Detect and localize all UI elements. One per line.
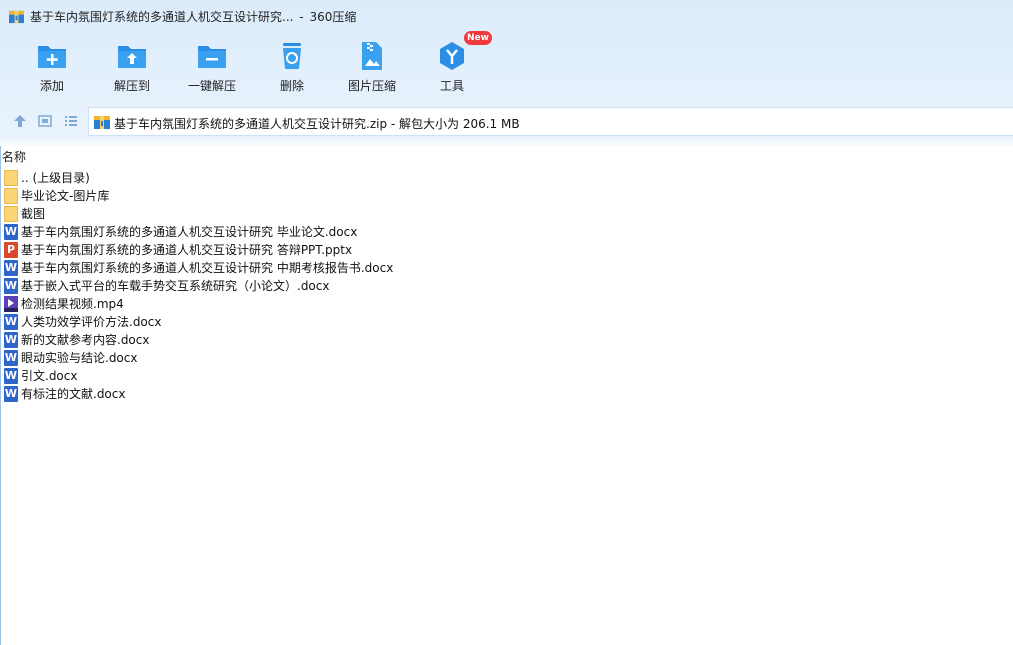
column-header-name[interactable]: 名称	[2, 148, 26, 165]
file-name: 眼动实验与结论.docx	[21, 351, 138, 365]
add-icon	[38, 46, 66, 68]
folder-icon	[4, 206, 18, 222]
word-doc-icon: W	[4, 314, 18, 330]
word-doc-icon: W	[4, 386, 18, 402]
thumbnail-view-icon[interactable]	[37, 113, 53, 129]
add-button[interactable]: 添加	[12, 38, 92, 100]
video-file-icon	[4, 296, 18, 312]
delete-icon	[283, 43, 301, 69]
address-bar[interactable]: 基于车内氛围灯系统的多通道人机交互设计研究.zip - 解包大小为 206.1 …	[88, 107, 1013, 136]
one-click-extract-label: 一键解压	[187, 79, 236, 93]
archive-path: 基于车内氛围灯系统的多通道人机交互设计研究.zip - 解包大小为 206.1 …	[114, 117, 520, 131]
file-name: 基于车内氛围灯系统的多通道人机交互设计研究 毕业论文.docx	[21, 225, 358, 239]
title-separator: -	[299, 10, 304, 24]
file-name: 有标注的文献.docx	[21, 387, 126, 401]
list-view-icon[interactable]	[63, 113, 79, 129]
toolbar: 添加 解压到 一键解压 删除 图片压缩 New 工具	[0, 31, 1013, 100]
window-title: 基于车内氛围灯系统的多通道人机交互设计研究... - 360压缩	[30, 8, 356, 25]
window-title-file: 基于车内氛围灯系统的多通道人机交互设计研究...	[30, 10, 294, 24]
delete-button[interactable]: 删除	[252, 38, 332, 100]
file-name: 毕业论文-图片库	[21, 189, 110, 203]
word-doc-icon: W	[4, 368, 18, 384]
list-item[interactable]: 截图	[3, 205, 703, 223]
list-item[interactable]: W 基于车内氛围灯系统的多通道人机交互设计研究 毕业论文.docx	[3, 223, 703, 241]
left-border	[0, 146, 1, 645]
add-label: 添加	[39, 79, 64, 93]
image-compress-label: 图片压缩	[347, 79, 396, 93]
file-name: 基于嵌入式平台的车载手势交互系统研究（小论文）.docx	[21, 279, 330, 293]
list-item[interactable]: 毕业论文-图片库	[3, 187, 703, 205]
list-item[interactable]: W 引文.docx	[3, 367, 703, 385]
zip-file-icon	[94, 116, 110, 129]
new-badge: New	[464, 31, 492, 45]
one-click-extract-button[interactable]: 一键解压	[172, 38, 252, 100]
header-area: 基于车内氛围灯系统的多通道人机交互设计研究... - 360压缩 添加 解压到 …	[0, 0, 1013, 148]
word-doc-icon: W	[4, 224, 18, 240]
file-name: 截图	[21, 207, 46, 221]
word-doc-icon: W	[4, 260, 18, 276]
file-name: 基于车内氛围灯系统的多通道人机交互设计研究 中期考核报告书.docx	[21, 261, 394, 275]
one-click-extract-icon	[198, 46, 226, 68]
image-compress-icon	[362, 42, 382, 70]
extract-to-button[interactable]: 解压到	[92, 38, 172, 100]
file-list: 名称 .. (上级目录) 毕业论文-图片库 截图 W 基于车内氛围灯系统的多通道…	[0, 146, 1013, 645]
word-doc-icon: W	[4, 350, 18, 366]
word-doc-icon: W	[4, 278, 18, 294]
list-item[interactable]: W 新的文献参考内容.docx	[3, 331, 703, 349]
list-item[interactable]: W 人类功效学评价方法.docx	[3, 313, 703, 331]
list-item[interactable]: P 基于车内氛围灯系统的多通道人机交互设计研究 答辩PPT.pptx	[3, 241, 703, 259]
tools-icon	[440, 42, 464, 70]
file-name: 新的文献参考内容.docx	[21, 333, 150, 347]
list-item[interactable]: W 基于嵌入式平台的车载手势交互系统研究（小论文）.docx	[3, 277, 703, 295]
powerpoint-icon: P	[4, 242, 18, 258]
list-item[interactable]: W 眼动实验与结论.docx	[3, 349, 703, 367]
file-name: .. (上级目录)	[21, 171, 90, 185]
delete-label: 删除	[279, 79, 304, 93]
list-item-parent-dir[interactable]: .. (上级目录)	[3, 169, 703, 187]
list-item[interactable]: W 有标注的文献.docx	[3, 385, 703, 403]
app-window: 基于车内氛围灯系统的多通道人机交互设计研究... - 360压缩 添加 解压到 …	[0, 0, 1013, 645]
up-arrow-icon[interactable]	[12, 113, 28, 129]
path-bar: 基于车内氛围灯系统的多通道人机交互设计研究.zip - 解包大小为 206.1 …	[0, 106, 1013, 136]
tools-button[interactable]: New 工具	[412, 31, 492, 100]
file-name: 人类功效学评价方法.docx	[21, 315, 162, 329]
archive-app-icon	[9, 10, 24, 24]
word-doc-icon: W	[4, 332, 18, 348]
extract-to-label: 解压到	[113, 79, 150, 93]
window-title-app: 360压缩	[309, 10, 357, 24]
list-item[interactable]: 检测结果视频.mp4	[3, 295, 703, 313]
folder-icon	[4, 170, 18, 186]
file-rows: .. (上级目录) 毕业论文-图片库 截图 W 基于车内氛围灯系统的多通道人机交…	[3, 169, 703, 403]
image-compress-button[interactable]: 图片压缩	[332, 38, 412, 100]
title-bar: 基于车内氛围灯系统的多通道人机交互设计研究... - 360压缩	[0, 0, 1013, 34]
file-name: 基于车内氛围灯系统的多通道人机交互设计研究 答辩PPT.pptx	[21, 243, 353, 257]
list-item[interactable]: W 基于车内氛围灯系统的多通道人机交互设计研究 中期考核报告书.docx	[3, 259, 703, 277]
folder-icon	[4, 188, 18, 204]
file-name: 检测结果视频.mp4	[21, 297, 124, 311]
extract-to-icon	[118, 46, 146, 68]
tools-label: 工具	[439, 79, 464, 93]
file-name: 引文.docx	[21, 369, 78, 383]
